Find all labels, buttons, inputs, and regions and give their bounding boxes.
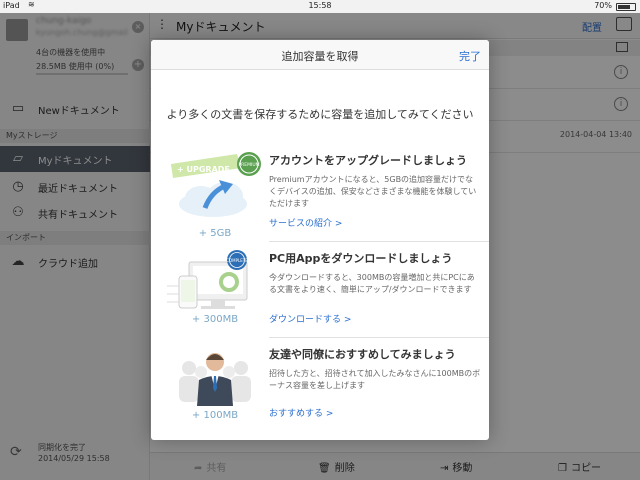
get-storage-modal: 追加容量を取得 完了 より多くの文書を保存するために容量を追加してみてください … — [151, 40, 489, 440]
status-bar: iPad ≋ 15:58 70% — [0, 0, 640, 13]
recommend-section: + 100MB 友達や同僚におすすめしてみましょう 招待した方と、招待されて加入… — [151, 346, 489, 440]
upgrade-description: Premiumアカウントになると、5GBの追加容量だけでなくデバイスの追加、保安… — [269, 175, 477, 208]
complete-seal-text: COMPLETE — [226, 258, 248, 263]
pc-app-title: PC用Appをダウンロードしましょう — [269, 252, 453, 265]
modal-intro: より多くの文書を保存するために容量を追加してみてください — [166, 108, 474, 121]
modal-header: 追加容量を取得 完了 — [151, 40, 489, 70]
clock: 15:58 — [308, 1, 332, 10]
done-button[interactable]: 完了 — [459, 48, 481, 64]
upgrade-section: + UPGRADE PREMIUM + 5GB アカウントをアップグレードしまし… — [151, 152, 489, 248]
battery-icon — [616, 3, 636, 11]
premium-seal-text: PREMIUM — [238, 162, 259, 168]
battery-percent: 70% — [594, 1, 612, 10]
recommend-people-graphic — [179, 353, 251, 406]
download-link[interactable]: ダウンロードする > — [269, 312, 351, 325]
recommend-link[interactable]: おすすめする > — [269, 406, 333, 419]
pc-app-graphic: COMPLETE — [167, 250, 248, 309]
upgrade-cloud-graphic: + UPGRADE PREMIUM — [171, 152, 261, 217]
pc-app-section: COMPLETE + 300MB PC用Appをダウンロードしましょう 今ダウン… — [151, 250, 489, 346]
pc-app-description: 今ダウンロードすると、300MBの容量増加と共にPCにある文書をより速く、簡単に… — [269, 273, 475, 294]
upgrade-ribbon-text: + UPGRADE — [177, 165, 230, 174]
upgrade-amount: + 5GB — [198, 228, 232, 239]
upgrade-title: アカウントをアップグレードしましょう — [269, 154, 467, 167]
recommend-description: 招待した方と、招待されて加入したみなさんに100MBのボーナス容量を差し上げます — [269, 369, 481, 390]
pc-app-amount: + 300MB — [191, 314, 239, 325]
modal-title: 追加容量を取得 — [281, 50, 359, 63]
section-divider — [269, 337, 489, 338]
recommend-title: 友達や同僚におすすめしてみましょう — [269, 348, 456, 361]
service-intro-link[interactable]: サービスの紹介 > — [269, 216, 342, 229]
section-divider — [269, 241, 489, 242]
recommend-amount: + 100MB — [191, 410, 239, 421]
